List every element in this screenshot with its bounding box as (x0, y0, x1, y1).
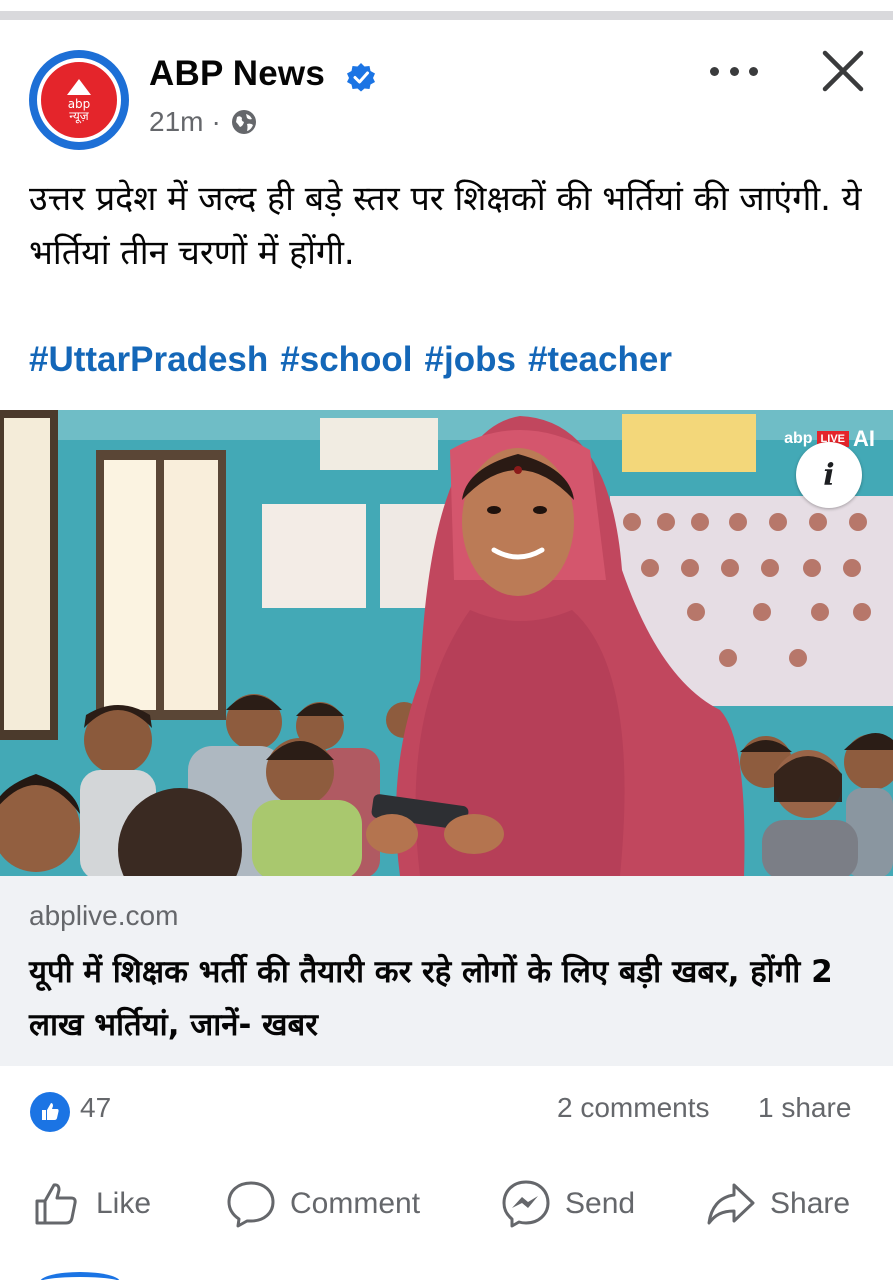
share-arrow-icon (707, 1183, 755, 1225)
post-image[interactable]: abp LIVE AI (0, 410, 893, 876)
abp-logo: abp न्यूज़ (37, 58, 121, 142)
link-preview[interactable]: abplive.com यूपी में शिक्षक भर्ती की तैय… (0, 876, 893, 1066)
send-label: Send (565, 1187, 636, 1220)
watermark-brand: abp (784, 430, 813, 447)
page-name[interactable]: ABP News (149, 54, 325, 94)
hashtag-list: #UttarPradesh #school #jobs #teacher (29, 340, 672, 380)
post-message: उत्तर प्रदेश में जल्द ही बड़े स्तर पर शि… (29, 179, 862, 273)
comments-count[interactable]: 2 comments (557, 1092, 710, 1124)
reaction-stats: 47 2 comments 1 share (0, 1068, 893, 1152)
next-post-avatar-edge (40, 1272, 120, 1280)
post-meta: 21m · (149, 106, 257, 138)
hashtag-link[interactable]: #jobs (425, 340, 516, 380)
like-count[interactable]: 47 (80, 1092, 111, 1124)
shares-count[interactable]: 1 share (758, 1092, 851, 1124)
watermark-ai: AI (853, 426, 875, 451)
share-button[interactable]: Share (706, 1176, 850, 1232)
like-button[interactable]: Like (32, 1176, 151, 1232)
like-label: Like (96, 1187, 152, 1220)
avatar-text: abp न्यूज़ (67, 96, 91, 123)
verified-badge-icon (347, 63, 375, 92)
top-divider (0, 0, 893, 20)
close-icon[interactable] (818, 46, 868, 96)
comment-label: Comment (290, 1187, 421, 1220)
link-title: यूपी में शिक्षक भर्ती की तैयारी कर रहे ल… (29, 954, 833, 1043)
like-reaction-icon[interactable] (30, 1092, 70, 1132)
thumbs-up-icon (35, 1183, 77, 1225)
post-time[interactable]: 21m (149, 106, 203, 138)
comment-bubble-icon (227, 1181, 275, 1228)
hashtag-link[interactable]: #teacher (528, 340, 672, 380)
meta-separator: · (211, 106, 221, 137)
more-options-icon[interactable] (704, 54, 764, 88)
info-icon[interactable]: i (796, 442, 862, 508)
comment-button[interactable]: Comment (226, 1176, 420, 1232)
hashtag-link[interactable]: #UttarPradesh (29, 340, 268, 380)
logo-triangle-icon (67, 78, 91, 95)
link-domain: abplive.com (29, 900, 179, 931)
messenger-send-icon (502, 1180, 550, 1228)
globe-icon (231, 110, 256, 134)
classroom-illustration (0, 410, 893, 876)
share-label: Share (770, 1187, 851, 1220)
send-button[interactable]: Send (501, 1176, 635, 1232)
page-avatar[interactable]: abp न्यूज़ (29, 50, 129, 150)
post-header: abp न्यूज़ ABP News 21m · (0, 40, 893, 160)
action-bar: Like Comment Send Share (0, 1160, 893, 1250)
hashtag-link[interactable]: #school (280, 340, 412, 380)
